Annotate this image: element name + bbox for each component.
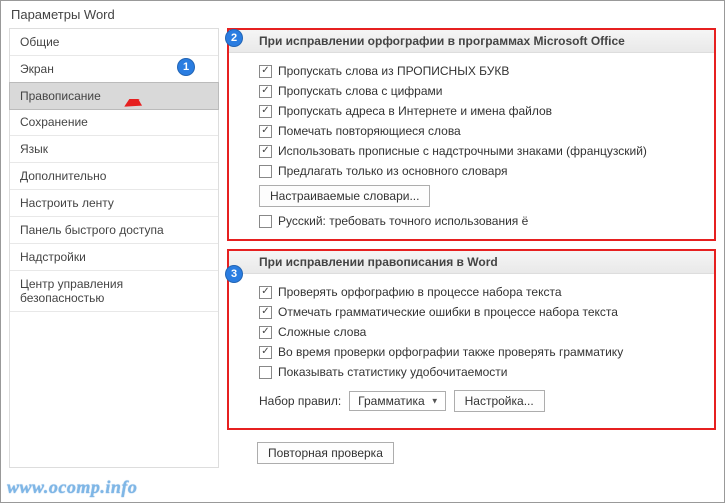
checkbox-flag-repeats[interactable] bbox=[259, 125, 272, 138]
group-title: При исправлении орфографии в программах … bbox=[229, 30, 714, 53]
sidebar-item-general[interactable]: Общие bbox=[10, 29, 218, 56]
rules-settings-button[interactable]: Настройка... bbox=[454, 390, 545, 412]
checkbox-mark-grammar[interactable] bbox=[259, 306, 272, 319]
group-word-proofing: При исправлении правописания в Word Пров… bbox=[227, 249, 716, 430]
checkbox-skip-uppercase[interactable] bbox=[259, 65, 272, 78]
checkbox-label: Русский: требовать точного использования… bbox=[278, 214, 528, 228]
group-title: При исправлении правописания в Word bbox=[229, 251, 714, 274]
group-office-spelling: При исправлении орфографии в программах … bbox=[227, 28, 716, 241]
checkbox-label: Во время проверки орфографии также прове… bbox=[278, 345, 623, 359]
checkbox-skip-numbers[interactable] bbox=[259, 85, 272, 98]
checkbox-label: Сложные слова bbox=[278, 325, 366, 339]
sidebar-item-customize-ribbon[interactable]: Настроить ленту bbox=[10, 190, 218, 217]
checkbox-label: Пропускать слова из ПРОПИСНЫХ БУКВ bbox=[278, 64, 509, 78]
checkbox-label: Пропускать слова с цифрами bbox=[278, 84, 442, 98]
checkbox-russian-yo[interactable] bbox=[259, 215, 272, 228]
checkbox-label: Проверять орфографию в процессе набора т… bbox=[278, 285, 562, 299]
chevron-down-icon: ▼ bbox=[431, 397, 439, 406]
checkbox-compound-words[interactable] bbox=[259, 326, 272, 339]
checkbox-skip-urls[interactable] bbox=[259, 105, 272, 118]
checkbox-label: Помечать повторяющиеся слова bbox=[278, 124, 461, 138]
annotation-badge-1: 1 bbox=[177, 58, 195, 76]
checkbox-label: Отмечать грамматические ошибки в процесс… bbox=[278, 305, 618, 319]
checkbox-check-spelling[interactable] bbox=[259, 286, 272, 299]
sidebar-item-save[interactable]: Сохранение bbox=[10, 109, 218, 136]
annotation-badge-2: 2 bbox=[225, 29, 243, 47]
checkbox-grammar-with-spelling[interactable] bbox=[259, 346, 272, 359]
checkbox-french-accents[interactable] bbox=[259, 145, 272, 158]
recheck-button[interactable]: Повторная проверка bbox=[257, 442, 394, 464]
sidebar-item-advanced[interactable]: Дополнительно bbox=[10, 163, 218, 190]
checkbox-label: Показывать статистику удобочитаемости bbox=[278, 365, 507, 379]
sidebar-item-addins[interactable]: Надстройки bbox=[10, 244, 218, 271]
checkbox-main-dict-only[interactable] bbox=[259, 165, 272, 178]
sidebar-item-proofing[interactable]: Правописание bbox=[9, 82, 219, 110]
checkbox-label: Использовать прописные с надстрочными зн… bbox=[278, 144, 647, 158]
custom-dictionaries-button[interactable]: Настраиваемые словари... bbox=[259, 185, 430, 207]
main-panel: При исправлении орфографии в программах … bbox=[227, 28, 716, 468]
sidebar-item-language[interactable]: Язык bbox=[10, 136, 218, 163]
sidebar-item-trust-center[interactable]: Центр управления безопасностью bbox=[10, 271, 218, 312]
annotation-badge-3: 3 bbox=[225, 265, 243, 283]
checkbox-label: Предлагать только из основного словаря bbox=[278, 164, 507, 178]
watermark: www.ocomp.info bbox=[7, 477, 137, 498]
sidebar: Общие Экран Правописание Сохранение Язык… bbox=[9, 28, 219, 468]
sidebar-item-quick-access[interactable]: Панель быстрого доступа bbox=[10, 217, 218, 244]
rules-value: Грамматика bbox=[358, 394, 424, 408]
rules-combo[interactable]: Грамматика ▼ bbox=[349, 391, 445, 411]
window-title: Параметры Word bbox=[1, 1, 724, 24]
content-area: Общие Экран Правописание Сохранение Язык… bbox=[1, 24, 724, 476]
rules-label: Набор правил: bbox=[259, 394, 341, 408]
checkbox-label: Пропускать адреса в Интернете и имена фа… bbox=[278, 104, 552, 118]
checkbox-readability-stats[interactable] bbox=[259, 366, 272, 379]
